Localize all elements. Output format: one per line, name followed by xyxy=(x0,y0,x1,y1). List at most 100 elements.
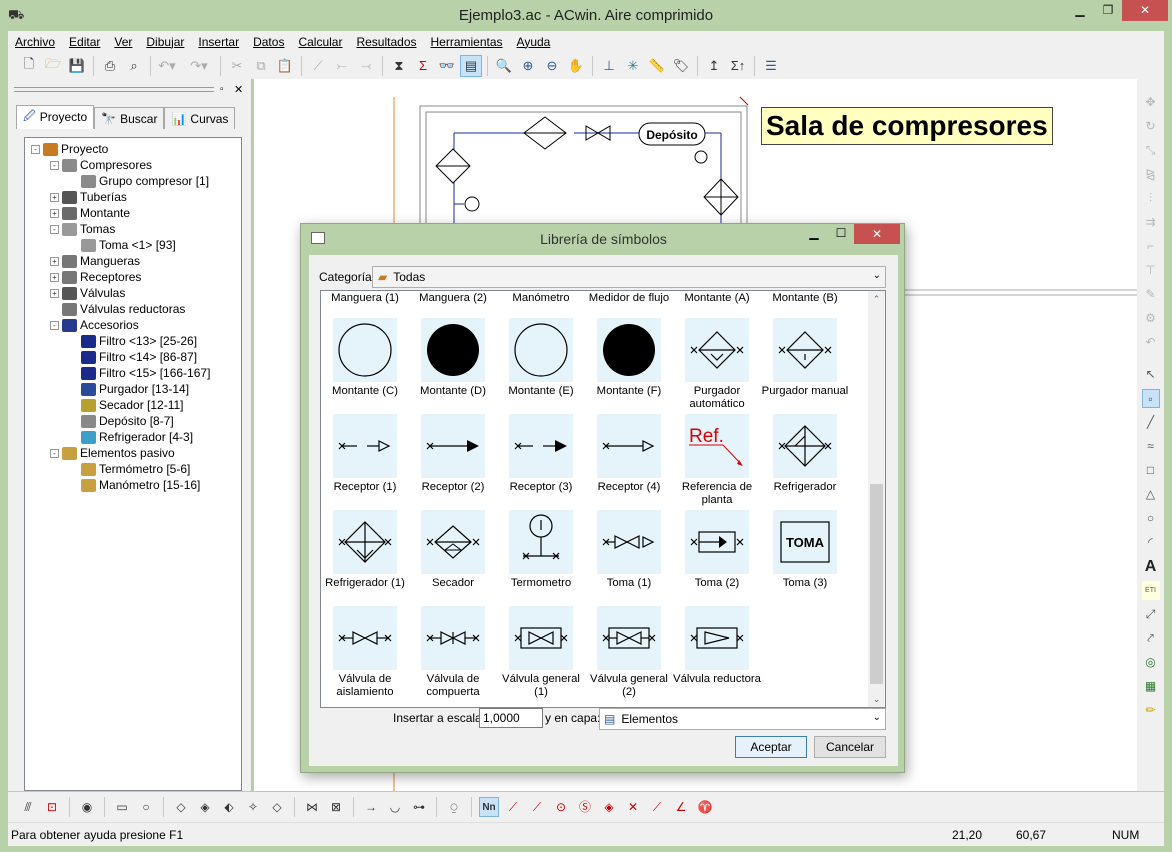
drain-symbol-icon[interactable]: ◇ xyxy=(267,797,287,817)
dialog-close-button[interactable]: ✕ xyxy=(854,224,900,244)
symbol-label[interactable]: Toma (2) xyxy=(673,577,761,590)
tab-proyecto[interactable]: 🖉 Proyecto xyxy=(16,105,95,129)
category-select[interactable]: ▰ Todas ⌄ xyxy=(372,266,886,288)
expand-icon[interactable]: + xyxy=(50,208,59,218)
tree-item[interactable]: Purgador [13-14] xyxy=(25,381,241,397)
symbol-v-gen1-icon[interactable] xyxy=(509,606,573,670)
zoom-out-icon[interactable]: ⊖ xyxy=(541,55,563,77)
layer-select[interactable]: ▤ Elementos ⌄ xyxy=(599,708,886,730)
tree-item[interactable]: Filtro <14> [86-87] xyxy=(25,349,241,365)
symbol-recv1-icon[interactable] xyxy=(333,414,397,478)
trim-icon[interactable]: ⟋ xyxy=(307,55,329,77)
rotate-icon[interactable]: ↻ xyxy=(1142,117,1160,136)
expand-icon[interactable]: + xyxy=(50,256,59,266)
symbol-recv2-icon[interactable] xyxy=(421,414,485,478)
snap-center-icon[interactable]: ⊙ xyxy=(551,797,571,817)
symbol-label[interactable]: Purgador manual xyxy=(761,385,849,398)
outlet-symbol-icon[interactable]: ⊶ xyxy=(409,797,429,817)
extend-icon[interactable]: ⤚ xyxy=(331,55,353,77)
menu-calcular[interactable]: Calcular xyxy=(298,35,342,49)
snap-intersection-icon[interactable]: ✕ xyxy=(623,797,643,817)
tree-item[interactable]: Válvulas reductoras xyxy=(25,301,241,317)
symbol-label[interactable]: Receptor (3) xyxy=(497,481,585,494)
tree-item[interactable]: Toma <1> [93] xyxy=(25,237,241,253)
cursor-icon[interactable]: ↖ xyxy=(1142,365,1160,384)
extend-line-icon[interactable]: ⊤ xyxy=(1142,261,1160,280)
valve-symbol-icon[interactable]: ⋈ xyxy=(302,797,322,817)
tree-item[interactable]: + Válvulas xyxy=(25,285,241,301)
tree-item[interactable]: Termómetro [5-6] xyxy=(25,461,241,477)
snap-line-icon[interactable]: ⟋ xyxy=(503,797,523,817)
symbol-label[interactable]: Montante (E) xyxy=(497,385,585,398)
symbol-label[interactable]: Válvula de aislamiento xyxy=(321,673,409,699)
save-icon[interactable]: 💾 xyxy=(66,55,88,77)
copy-icon[interactable]: ⧉ xyxy=(250,55,272,77)
node-icon[interactable]: ◉ xyxy=(77,797,97,817)
menu-ver[interactable]: Ver xyxy=(114,35,132,49)
symbol-label[interactable]: Manguera (2) xyxy=(409,292,497,305)
dialog-minimize-button[interactable]: ▁ xyxy=(800,226,828,240)
menu-herramientas[interactable]: Herramientas xyxy=(431,35,503,49)
panel-grip[interactable] xyxy=(14,87,214,92)
curve-dim-icon[interactable]: ↶ xyxy=(1142,333,1160,352)
symbol-v-gen2-icon[interactable] xyxy=(597,606,661,670)
network-icon[interactable]: ⧗ xyxy=(388,55,410,77)
symbol-label[interactable]: Válvula reductora xyxy=(673,673,761,686)
symbol-circle-filled-icon[interactable] xyxy=(421,318,485,382)
collapse-icon[interactable]: - xyxy=(50,448,59,458)
text-box-icon[interactable]: ▤ xyxy=(460,54,482,77)
gear-dim-icon[interactable]: ⚙ xyxy=(1142,309,1160,328)
symbol-v-gate-icon[interactable] xyxy=(421,606,485,670)
pipe-symbol-icon[interactable]: ▭ xyxy=(112,797,132,817)
snap-tangent-icon[interactable]: ◈ xyxy=(599,797,619,817)
tree-item[interactable]: + Montante xyxy=(25,205,241,221)
symbol-cooler-icon[interactable] xyxy=(773,414,837,478)
redo-icon[interactable]: ↷▾ xyxy=(188,55,210,77)
expand-icon[interactable]: + xyxy=(50,272,59,282)
snap-nearest-icon[interactable]: ♈ xyxy=(695,797,715,817)
snap-quadrant-icon[interactable]: Ⓢ xyxy=(575,797,595,817)
tree-item[interactable]: Filtro <15> [166-167] xyxy=(25,365,241,381)
panel-pin-icon[interactable]: ▫ xyxy=(220,84,224,95)
point-icon[interactable]: ▫ xyxy=(1141,389,1160,408)
symbol-recv4-icon[interactable] xyxy=(597,414,661,478)
zoom-window-icon[interactable]: 🔍 xyxy=(493,55,515,77)
print-icon[interactable]: ⎙ xyxy=(99,55,121,77)
expand-icon[interactable]: + xyxy=(50,288,59,298)
gauge-symbol-icon[interactable]: ⍜ xyxy=(444,797,464,817)
line-icon[interactable]: ╱ xyxy=(1142,413,1160,432)
symbol-label[interactable]: Montante (B) xyxy=(761,292,849,305)
symbol-thermo-icon[interactable] xyxy=(509,510,573,574)
scale-icon[interactable]: ⤡ xyxy=(1142,141,1160,160)
sort-asc-icon[interactable]: ↥ xyxy=(703,55,725,77)
map-icon[interactable]: ▦ xyxy=(1142,677,1160,696)
ref-point-icon[interactable]: ⊡ xyxy=(42,797,62,817)
text-icon[interactable]: A xyxy=(1142,557,1160,576)
sum-icon[interactable]: Σ xyxy=(412,55,434,77)
symbol-toma1-icon[interactable] xyxy=(597,510,661,574)
net-node-icon[interactable]: Nn xyxy=(479,797,499,817)
tree-item[interactable]: - Elementos pasivo xyxy=(25,445,241,461)
menu-datos[interactable]: Datos xyxy=(253,35,284,49)
tree-item[interactable]: + Mangueras xyxy=(25,253,241,269)
label-icon[interactable]: ETI xyxy=(1141,581,1160,600)
symbol-label[interactable]: Toma (1) xyxy=(585,577,673,590)
symbol-label[interactable]: Montante (F) xyxy=(585,385,673,398)
scroll-up-icon[interactable]: ⌃ xyxy=(868,291,885,307)
menu-editar[interactable]: Editar xyxy=(69,35,100,49)
symbol-label[interactable]: Medidor de flujo xyxy=(585,292,673,305)
symbol-circle-open-icon[interactable] xyxy=(509,318,573,382)
dryer-symbol-icon[interactable]: ⬖ xyxy=(219,797,239,817)
origin-icon[interactable]: ⊥ xyxy=(598,55,620,77)
symbol-drain-auto-icon[interactable] xyxy=(685,318,749,382)
collapse-icon[interactable]: - xyxy=(50,160,59,170)
layers-stack-icon[interactable]: ⫻ xyxy=(18,797,38,817)
snap-end-icon[interactable]: ⟋ xyxy=(527,797,547,817)
tree-item[interactable]: Manómetro [15-16] xyxy=(25,477,241,493)
corner-icon[interactable]: ⌐ xyxy=(1142,237,1160,256)
symbol-label[interactable]: Secador xyxy=(409,577,497,590)
move-icon[interactable]: ✥ xyxy=(1142,93,1160,112)
leader-icon[interactable]: ⤤ xyxy=(1142,629,1160,648)
diamond-symbol-icon[interactable]: ◈ xyxy=(195,797,215,817)
paste-icon[interactable]: 📋 xyxy=(274,55,296,77)
